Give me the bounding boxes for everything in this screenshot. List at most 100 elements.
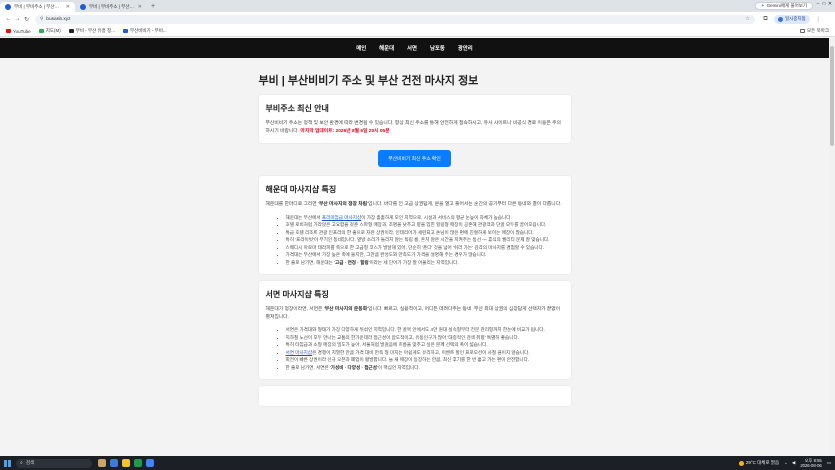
chrome-icon[interactable] <box>146 459 154 467</box>
notification-icon[interactable]: ▭ <box>827 460 831 466</box>
bookmark-label: 부비 - 부산 유흥 정... <box>75 28 115 33</box>
notice-text: 부산비비기 주소는 정책 및 보안 환경에 따라 변경될 수 있습니다. 항상 … <box>266 120 564 135</box>
excel-icon[interactable] <box>134 459 142 467</box>
window-close-icon[interactable]: ✕ <box>827 1 833 7</box>
nav-nampodong[interactable]: 남포동 <box>430 44 445 52</box>
site-info-icon[interactable]: ⚲ <box>40 16 43 22</box>
notice-heading: 부비주소 최신 안내 <box>265 104 329 113</box>
content: 부비 | 부산비비기 주소 및 부산 건전 마사지 정보 부비주소 최신 안내 … <box>258 58 571 406</box>
page-scrollbar[interactable] <box>829 38 835 456</box>
next-card <box>258 386 571 406</box>
bookmark-maps[interactable]: 지도(M) <box>38 28 61 34</box>
list-item: 서면 마사지샵은 경쟁이 치열한 만큼 가격 대비 만족 형 미지는 아쉽게도 … <box>286 349 564 356</box>
item-bold: 가성비 · 다양성 · 접근성 <box>330 364 377 370</box>
system-tray: 29°C 대체로 맑음 ◔ ◀ 오후 8:55 2026-08-06 ▭ <box>738 458 831 468</box>
volume-icon[interactable]: ◀ <box>792 460 795 466</box>
all-bookmarks-label: 모든 북마크 <box>807 28 829 33</box>
wifi-icon[interactable]: ◔ <box>784 461 787 466</box>
tab-active[interactable]: 부비 | 부비주소 | 부산비비기 주... ✕ <box>0 2 75 12</box>
reload-icon[interactable]: ↻ <box>22 16 31 23</box>
notice-card: 부비주소 최신 안내 부산비비기 주소는 정책 및 보안 환경에 따라 변경될 … <box>258 95 571 143</box>
close-icon[interactable]: ✕ <box>138 4 142 10</box>
list-item: 스웨디시 아로마 테라피를 축으로 한 고급형 코스가 발달해 있어, 단순히 … <box>286 244 564 251</box>
tab-title: 부비 | 부비주소 | 부산비비기 주... <box>14 4 63 9</box>
bookmark-youtube[interactable]: YouTube <box>6 29 31 34</box>
new-tab-icon[interactable]: + <box>151 3 155 10</box>
sun-icon <box>738 460 744 466</box>
intro-text: 해운대를 한마디로 그리면 ' <box>265 202 319 207</box>
intro-text: '입니다. 바다를 낀 고급 상권답게, 문을 열고 들어서는 순간의 공기부터… <box>367 202 562 207</box>
search-icon: ⌕ <box>20 460 23 466</box>
seomyeon-massage-link[interactable]: 서면 마사지샵 <box>286 350 313 355</box>
list-item: 해운대는 부산에서 프리미엄급 마사지샵이 가장 촘촘하게 모인 지역으로, 시… <box>286 214 564 221</box>
extensions-icon[interactable]: ⧉ <box>761 16 770 23</box>
search-placeholder: 검색 <box>25 460 35 465</box>
bookmark-label: 지도(M) <box>45 28 61 33</box>
address-bar[interactable]: ⚲ busanb.xyz ☆ <box>35 14 755 24</box>
profile-label: 일시중지됨 <box>785 16 806 21</box>
latest-address-button[interactable]: 부산비비기 최신 주소 확인 <box>378 150 451 167</box>
list-item: 특히 타임급과 소형 매장의 밀도가 높아, 서울처럼 발걸음에 흐름을 맞추고… <box>286 341 564 348</box>
forward-icon[interactable]: → <box>13 16 22 22</box>
site-favicon-icon <box>122 29 128 33</box>
weather-text: 29°C 대체로 맑음 <box>745 460 780 465</box>
nav-gwangalli[interactable]: 광안리 <box>458 44 473 52</box>
gemini-button[interactable]: ✦ Gemini에게 물어보기 <box>754 2 813 10</box>
tab-inactive[interactable]: 부비 | 부비주소 | 부산비비기 주... ✕ <box>75 2 147 12</box>
premium-massage-link[interactable]: 프리미엄급 마사지샵 <box>322 215 361 220</box>
bookmark-star-icon[interactable]: ☆ <box>746 16 750 22</box>
list-item: 호텔 로비처럼 가라앉은 고요함을 갖춘 스파형 매장과, 조명을 낮추고 향을… <box>286 221 564 228</box>
youtube-icon <box>6 29 11 33</box>
item-text: 이 가장 촘촘하게 모인 지역으로, 시설과 서비스의 평균 눈높이 자체가 높… <box>361 214 512 220</box>
file-explorer-icon[interactable] <box>122 459 130 467</box>
seomyeon-card: 서면 마사지샵 특징 해운대가 정장이라면, 서면은 '부산 마사지의 운동화'… <box>258 281 571 379</box>
item-text: 해운대는 부산에서 <box>285 214 322 220</box>
widget-app-icon[interactable] <box>98 459 106 467</box>
nav-seomyeon[interactable]: 서면 <box>407 44 417 52</box>
bookmark-label: YouTube <box>13 28 31 34</box>
all-bookmarks[interactable]: 모든 북마크 <box>800 28 829 34</box>
item-bold: 고급 · 연정 · 힐링 <box>335 259 369 265</box>
haeundae-intro: 해운대를 한마디로 그리면 '부산 마사지의 정장 차림'입니다. 바다를 낀 … <box>266 201 564 209</box>
list-item: 가격대는 부산에서 가장 높은 축에 들지만, 그만큼 완성도와 만족도가 가격… <box>286 251 564 258</box>
folder-icon <box>800 29 806 33</box>
window-controls: – □ ✕ <box>815 1 833 7</box>
page-viewport: 메인 해운대 서면 남포동 광안리 부비 | 부산비비기 주소 및 부산 건전 … <box>0 38 829 456</box>
back-icon[interactable]: ← <box>4 16 13 22</box>
page-title: 부비 | 부산비비기 주소 및 부산 건전 마사지 정보 <box>258 75 479 87</box>
browser-toolbar: ← → ↻ ⚲ busanb.xyz ☆ ⧉ 일시중지됨 ⋮ <box>0 12 835 26</box>
windows-start-icon[interactable] <box>4 459 11 467</box>
scrollbar-thumb[interactable] <box>830 46 834 146</box>
site-favicon-icon <box>68 29 74 33</box>
gemini-label: Gemini에게 물어보기 <box>766 3 807 8</box>
list-item: 특급 호텔 리조트 관광 인프라의 한 줄으로 자란 상권이라, 인테리어가 세… <box>286 229 564 236</box>
taskbar: ⌕ 검색 29°C 대체로 맑음 ◔ ◀ 오후 8:55 2026-08-06 … <box>0 456 835 470</box>
seomyeon-heading: 서면 마사지샵 특징 <box>265 290 329 299</box>
list-item: 한 줄로 남기면, 해운대는 '고급 · 연정 · 힐링'이라는 세 단어가 가… <box>286 259 564 266</box>
haeundae-heading: 해운대 마사지샵 특징 <box>265 185 337 194</box>
nav-haeundae[interactable]: 해운대 <box>379 44 394 52</box>
taskbar-search[interactable]: ⌕ 검색 <box>16 458 92 468</box>
seomyeon-intro: 해운대가 정장이라면, 서면은 '부산 마사지의 운동화'입니다. 빠르고, 실… <box>266 306 564 321</box>
cta-wrap: 부산비비기 최신 주소 확인 <box>259 150 571 167</box>
intro-bold: 부산 마사지의 운동화 <box>324 307 368 312</box>
haeundae-card: 해운대 마사지샵 특징 해운대를 한마디로 그리면 '부산 마사지의 정장 차림… <box>258 176 571 274</box>
menu-icon[interactable]: ⋮ <box>814 16 823 23</box>
list-item: 한 줄로 남기면, 서면은 '가성비 · 다양성 · 접근성'이 핵심인 지역입… <box>286 364 564 371</box>
maps-icon <box>38 29 44 33</box>
nav-main[interactable]: 메인 <box>356 44 366 52</box>
bookmark-bubi-2[interactable]: 부산비비기 - 부비... <box>122 28 167 34</box>
weather-widget[interactable]: 29°C 대체로 맑음 <box>738 460 780 466</box>
clock[interactable]: 오후 8:55 2026-08-06 <box>800 458 821 468</box>
list-item: 회전이 빠른 상권이라 신규 오픈과 폐업이 활발합니다. 늘 새 매장이 등장… <box>286 356 564 363</box>
site-favicon-icon <box>80 4 86 10</box>
avatar <box>778 16 783 22</box>
haeundae-list: 해운대는 부산에서 프리미엄급 마사지샵이 가장 촘촘하게 모인 지역으로, 시… <box>266 214 564 266</box>
bookmark-bubi-1[interactable]: 부비 - 부산 유흥 정... <box>68 28 115 34</box>
task-view-icon[interactable] <box>110 459 118 467</box>
list-item: 서면은 가격대와 형태가 가장 다양하게 뒤섞인 지역입니다. 한 골목 안에서… <box>286 326 564 333</box>
site-favicon-icon <box>5 4 11 10</box>
item-text: '이라는 세 단어가 가장 잘 어울리는 지역입니다. <box>368 259 459 265</box>
profile-button[interactable]: 일시중지됨 <box>774 14 810 24</box>
close-icon[interactable]: ✕ <box>66 4 70 10</box>
